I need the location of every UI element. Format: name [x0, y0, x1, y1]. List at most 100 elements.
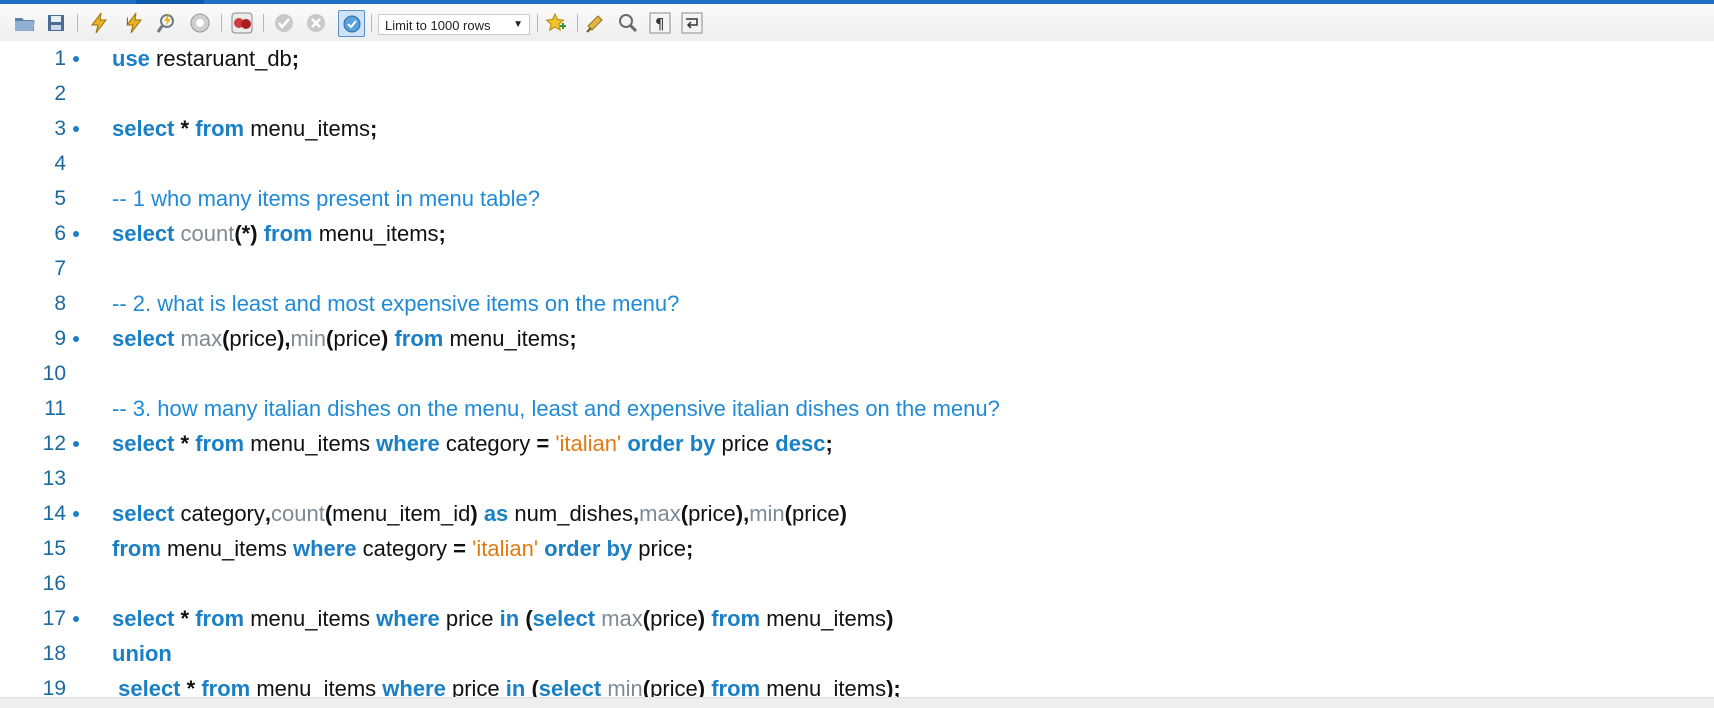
sql-punctuation: ; — [825, 431, 833, 456]
find-icon[interactable] — [616, 11, 640, 35]
sql-punctuation: * — [174, 431, 196, 456]
code-line[interactable]: 2 — [0, 76, 1714, 111]
stop-icon[interactable] — [188, 11, 212, 35]
invisible-chars-icon[interactable]: ¶ — [648, 11, 672, 35]
toolbar-separator — [263, 14, 264, 32]
sql-function: min — [290, 326, 326, 351]
sql-identifier: price — [229, 326, 278, 351]
horizontal-scrollbar[interactable] — [0, 697, 1714, 708]
code-line[interactable]: 19 select * from menu_items where price … — [0, 671, 1714, 697]
sql-function: min — [607, 676, 643, 697]
code-line[interactable]: 15 from menu_items where category = 'ital… — [0, 531, 1714, 566]
beautify-icon[interactable] — [584, 11, 608, 35]
line-number: 13 — [42, 467, 66, 490]
statement-marker-icon — [73, 231, 79, 237]
svg-text:¶: ¶ — [655, 15, 665, 33]
code-line[interactable]: 11 -- 3. how many italian dishes on the m… — [0, 391, 1714, 426]
sql-keyword: in — [505, 676, 526, 697]
autocommit-icon[interactable] — [338, 10, 365, 37]
code-text[interactable]: use restaruant_db; — [112, 41, 299, 76]
sql-keyword: as — [483, 501, 509, 526]
sql-punctuation: ) — [470, 501, 478, 526]
toolbar-separator — [371, 14, 372, 32]
wrap-icon[interactable] — [680, 11, 704, 35]
code-line[interactable]: 5 -- 1 who many items present in menu tab… — [0, 181, 1714, 216]
limit-rows-value: Limit to 1000 rows — [385, 18, 491, 33]
execute-icon[interactable] — [87, 11, 111, 35]
sql-punctuation: ) — [886, 606, 894, 631]
code-text[interactable]: select * from menu_items where category … — [112, 426, 833, 461]
code-line[interactable]: 18 union — [0, 636, 1714, 671]
code-text[interactable]: select * from menu_items where price in … — [112, 671, 901, 697]
sql-identifier: price — [791, 501, 840, 526]
save-icon[interactable] — [44, 11, 68, 35]
sql-function: min — [749, 501, 785, 526]
code-text[interactable]: union — [112, 636, 172, 671]
snippet-icon[interactable] — [544, 11, 568, 35]
code-text[interactable]: select category,count(menu_item_id) as n… — [112, 496, 847, 531]
code-text[interactable]: select count(*) from menu_items; — [112, 216, 446, 251]
sql-keyword: select — [112, 431, 175, 456]
sql-editor-toolbar: I Limit to 1000 rows ▼ ¶ — [0, 4, 1714, 42]
code-line[interactable]: 7 — [0, 251, 1714, 286]
sql-keyword: in — [499, 606, 520, 631]
sql-identifier: restaruant_db — [149, 46, 292, 71]
toolbar-separator — [77, 14, 78, 32]
code-line[interactable]: 9 select max(price),min(price) from menu_… — [0, 321, 1714, 356]
sql-keyword: from — [711, 606, 761, 631]
code-line[interactable]: 1 use restaruant_db; — [0, 41, 1714, 76]
sql-punctuation: ; — [569, 326, 577, 351]
code-line[interactable]: 8 -- 2. what is least and most expensive … — [0, 286, 1714, 321]
sql-function: max — [180, 326, 223, 351]
sql-keyword: select — [112, 501, 175, 526]
code-line[interactable]: 13 — [0, 461, 1714, 496]
code-line[interactable]: 12 select * from menu_items where categor… — [0, 426, 1714, 461]
sql-comment: -- 2. what is least and most expensive i… — [112, 291, 680, 316]
execute-current-icon[interactable]: I — [122, 11, 146, 35]
statement-marker-icon — [73, 511, 79, 517]
code-text[interactable]: from menu_items where category = 'italia… — [112, 531, 693, 566]
toggle-error-icon[interactable] — [230, 11, 254, 35]
sql-keyword: where — [376, 431, 440, 456]
sql-punctuation: ( — [784, 501, 792, 526]
code-line[interactable]: 14 select category,count(menu_item_id) as… — [0, 496, 1714, 531]
code-text[interactable]: -- 1 who many items present in menu tabl… — [112, 181, 540, 216]
sql-punctuation: ; — [370, 116, 378, 141]
code-line[interactable]: 17 select * from menu_items where price i… — [0, 601, 1714, 636]
sql-punctuation: ( — [642, 676, 651, 697]
code-line[interactable]: 16 — [0, 566, 1714, 601]
sql-comment: -- 3. how many italian dishes on the men… — [112, 396, 1000, 421]
code-line[interactable]: 3 select * from menu_items; — [0, 111, 1714, 146]
code-line[interactable]: 10 — [0, 356, 1714, 391]
sql-identifier: menu_items — [312, 221, 439, 246]
statement-marker-icon — [73, 56, 79, 62]
code-text[interactable]: select max(price),min(price) from menu_i… — [112, 321, 577, 356]
sql-identifier: num_dishes — [508, 501, 634, 526]
sql-keyword: union — [112, 641, 172, 666]
code-text[interactable]: select * from menu_items; — [112, 111, 377, 146]
code-line[interactable]: 6 select count(*) from menu_items; — [0, 216, 1714, 251]
code-text[interactable]: select * from menu_items where price in … — [112, 601, 893, 636]
open-folder-icon[interactable] — [13, 11, 37, 35]
sql-keyword: select — [112, 606, 175, 631]
limit-rows-select[interactable]: Limit to 1000 rows ▼ — [378, 14, 530, 35]
code-text[interactable]: -- 2. what is least and most expensive i… — [112, 286, 679, 321]
line-number: 6 — [54, 222, 66, 245]
sql-string: 'italian' — [472, 536, 539, 561]
code-text[interactable]: -- 3. how many italian dishes on the men… — [112, 391, 1000, 426]
sql-punctuation: ) — [697, 606, 706, 631]
sql-keyword: order by — [627, 431, 716, 456]
rollback-icon[interactable] — [304, 11, 328, 35]
toolbar-separator — [221, 14, 222, 32]
sql-comment: -- 1 who many items present in menu tabl… — [112, 186, 540, 211]
commit-icon[interactable] — [272, 11, 296, 35]
sql-punctuation: ( — [680, 501, 689, 526]
explain-icon[interactable] — [155, 11, 179, 35]
sql-keyword: select — [112, 221, 175, 246]
sql-punctuation: * — [180, 676, 202, 697]
statement-marker-icon — [73, 336, 79, 342]
sql-editor[interactable]: 1 use restaruant_db; 2 3 select * from menu_… — [0, 41, 1714, 697]
sql-punctuation: ( — [642, 606, 651, 631]
sql-keyword: select — [538, 676, 602, 697]
code-line[interactable]: 4 — [0, 146, 1714, 181]
